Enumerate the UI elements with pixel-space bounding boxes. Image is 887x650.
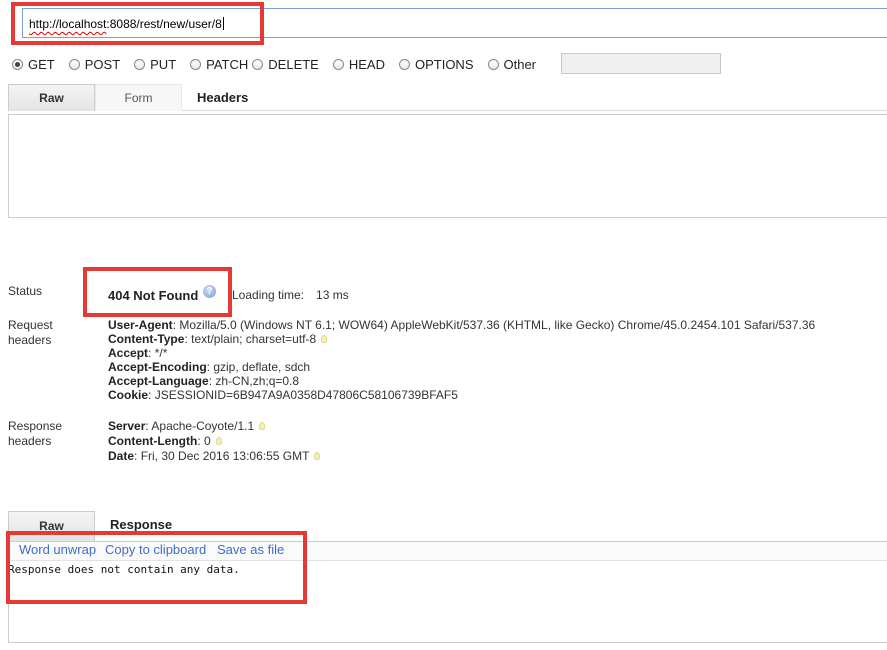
header-row: Date: Fri, 30 Dec 2016 13:06:55 GMT <box>108 449 321 464</box>
url-input[interactable]: http://localhost:8088/rest/new/user/8 <box>22 8 887 38</box>
radio-other[interactable] <box>487 58 499 70</box>
radio-patch[interactable] <box>190 58 202 70</box>
radio-head[interactable] <box>332 58 344 70</box>
request-headers-label-line2: headers <box>8 333 52 347</box>
header-name: Content-Length <box>108 434 198 448</box>
header-name: Cookie <box>108 388 149 402</box>
url-host-text: http://localhost <box>29 17 107 31</box>
method-head-label: HEAD <box>348 56 385 72</box>
method-options-label: OPTIONS <box>414 56 474 72</box>
method-put-label: PUT <box>150 56 177 72</box>
method-get[interactable]: GET <box>12 57 55 72</box>
method-other-label: Other <box>503 56 537 72</box>
header-value: zh-CN,zh;q=0.8 <box>215 374 300 388</box>
method-delete-label: DELETE <box>268 56 319 72</box>
method-delete[interactable]: DELETE <box>252 57 319 72</box>
method-options[interactable]: OPTIONS <box>398 56 474 72</box>
request-headers-list: User-Agent: Mozilla/5.0 (Windows NT 6.1;… <box>108 318 815 402</box>
header-name: Accept <box>108 346 149 360</box>
tab-form-request[interactable]: Form <box>95 84 182 111</box>
header-row: Server: Apache-Coyote/1.1 <box>108 419 320 434</box>
method-post-label: POST <box>84 56 121 72</box>
method-selector: GET POST PUT PATCH DELETE HEAD OPTIONS O… <box>12 55 550 73</box>
text-caret <box>222 17 224 30</box>
radio-post[interactable] <box>68 58 80 70</box>
header-name: Server <box>108 419 146 433</box>
url-path-text: :8088/rest/new/user/8 <box>106 17 222 31</box>
method-post[interactable]: POST <box>68 56 121 72</box>
header-name: Date <box>108 449 135 463</box>
method-get-label: GET <box>28 56 55 72</box>
method-head[interactable]: HEAD <box>332 56 385 72</box>
response-body: Response does not contain any data. <box>8 563 240 576</box>
tab-raw-response[interactable]: Raw <box>8 511 95 542</box>
radio-get[interactable] <box>12 58 23 70</box>
lightbulb-icon[interactable] <box>314 452 321 460</box>
header-row: Cookie: JSESSIONID=6B947A9A0358D47806C58… <box>108 388 458 402</box>
response-headers-label-line1: Response <box>8 419 63 433</box>
header-row: Accept: */* <box>108 346 168 360</box>
method-other[interactable]: Other <box>487 56 537 72</box>
header-value: */* <box>154 346 168 360</box>
status-code: 404 Not Found <box>108 288 199 303</box>
header-value: text/plain; charset=utf-8 <box>191 332 317 346</box>
header-name: Accept-Encoding <box>108 360 207 374</box>
radio-put[interactable] <box>134 58 146 70</box>
header-row: Content-Length: 0 <box>108 434 320 449</box>
other-method-input[interactable] <box>561 53 721 74</box>
loading-time-value: 13 ms <box>316 288 349 302</box>
lightbulb-icon[interactable] <box>215 437 222 445</box>
header-name: Accept-Language <box>108 374 209 388</box>
header-value: Mozilla/5.0 (Windows NT 6.1; WOW64) Appl… <box>179 318 816 332</box>
header-row: Accept-Encoding: gzip, deflate, sdch <box>108 360 311 374</box>
lightbulb-icon[interactable] <box>259 422 266 430</box>
header-name: Content-Type <box>108 332 185 346</box>
header-value: Fri, 30 Dec 2016 13:06:55 GMT <box>140 449 310 463</box>
headers-tab-title: Headers <box>197 90 249 105</box>
header-name: User-Agent <box>108 318 173 332</box>
loading-time-label: Loading time: <box>232 288 305 302</box>
save-as-file-link[interactable]: Save as file <box>217 542 284 558</box>
header-value: JSESSIONID=6B947A9A0358D47806C58106739BF… <box>154 388 458 402</box>
request-headers-label: Request headers <box>8 318 53 348</box>
method-put[interactable]: PUT <box>134 57 176 72</box>
question-icon[interactable]: ? <box>203 285 216 298</box>
radio-options[interactable] <box>398 58 410 70</box>
header-row: Accept-Language: zh-CN,zh;q=0.8 <box>108 374 300 388</box>
lightbulb-icon[interactable] <box>321 335 328 343</box>
method-patch[interactable]: PATCH <box>190 57 248 72</box>
status-label: Status <box>8 284 43 298</box>
header-row: User-Agent: Mozilla/5.0 (Windows NT 6.1;… <box>108 318 816 332</box>
tab-divider <box>182 110 887 111</box>
request-headers-label-line1: Request <box>8 318 53 332</box>
loading-time: Loading time: 13 ms <box>232 288 349 302</box>
headers-textarea[interactable] <box>8 114 887 218</box>
word-unwrap-link[interactable]: Word unwrap <box>19 542 96 558</box>
header-row: Content-Type: text/plain; charset=utf-8 <box>108 332 815 346</box>
tab-raw-request[interactable]: Raw <box>8 84 95 111</box>
response-tab-title: Response <box>110 517 173 532</box>
method-patch-label: PATCH <box>206 56 249 72</box>
url-bar: http://localhost:8088/rest/new/user/8 <box>0 0 887 44</box>
response-headers-label-line2: headers <box>8 434 52 448</box>
response-headers-list: Server: Apache-Coyote/1.1 Content-Length… <box>108 419 321 464</box>
copy-to-clipboard-link[interactable]: Copy to clipboard <box>105 542 206 558</box>
header-value: gzip, deflate, sdch <box>213 360 311 374</box>
header-value: 0 <box>203 434 211 448</box>
radio-delete[interactable] <box>252 58 264 70</box>
header-value: Apache-Coyote/1.1 <box>151 419 255 433</box>
response-headers-label: Response headers <box>8 419 62 449</box>
